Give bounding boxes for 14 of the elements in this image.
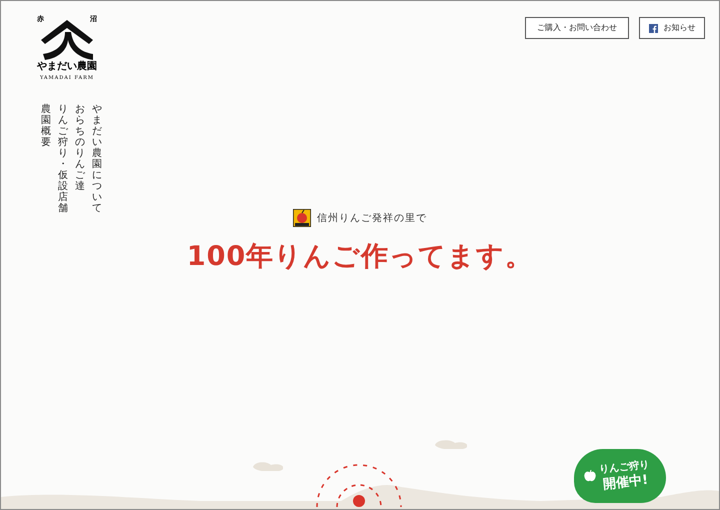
cloud-icon [253,461,283,471]
cloud-icon [435,439,467,449]
apple-icon [584,470,596,482]
nav-link[interactable]: おらちのりんご達 [75,104,85,214]
nav-link[interactable]: りんご狩り・仮設店舗 [58,104,68,214]
facebook-news-button[interactable]: お知らせ [639,17,705,39]
nav-link[interactable]: 農園概要 [41,104,51,214]
nav-link[interactable]: やまだい農園について [92,104,102,214]
facebook-icon [648,24,658,32]
logo-name: やまだい農園 [37,62,97,72]
apple-emblem-icon [293,209,311,227]
headline: 100年りんご作ってます。 [186,240,534,274]
contact-button[interactable]: ご購入・お問い合わせ [525,17,629,39]
tagline: 信州りんご発祥の里で [317,212,427,226]
